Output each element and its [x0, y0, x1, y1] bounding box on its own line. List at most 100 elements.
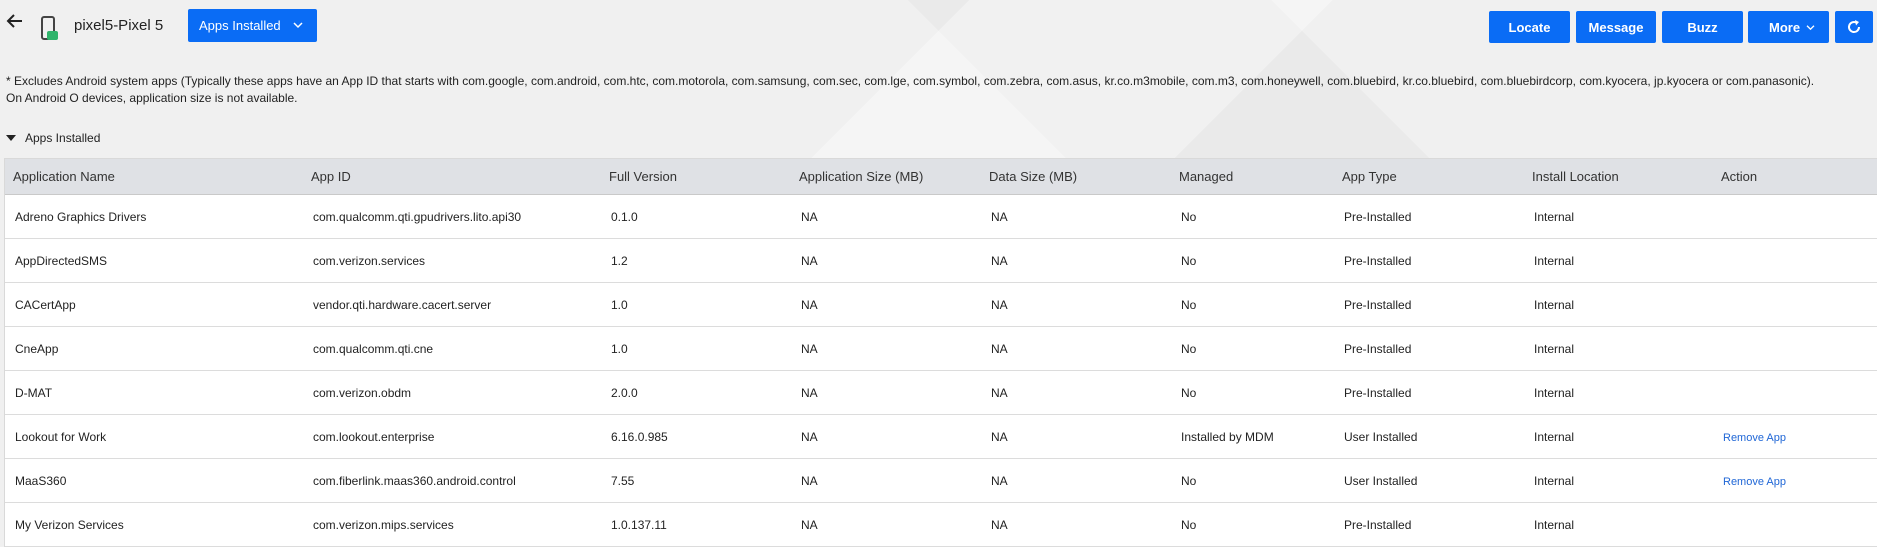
view-dropdown-label: Apps Installed	[199, 18, 281, 33]
cell-application-size: NA	[791, 326, 981, 371]
remove-app-link[interactable]: Remove App	[1723, 432, 1786, 444]
cell-application-name: My Verizon Services	[5, 502, 303, 547]
device-name: pixel5-Pixel 5	[74, 17, 164, 34]
cell-action	[1713, 238, 1877, 283]
cell-application-name: Adreno Graphics Drivers	[5, 194, 303, 239]
cell-application-name: CACertApp	[5, 282, 303, 327]
view-dropdown[interactable]: Apps Installed	[188, 9, 317, 42]
cell-app-id: com.fiberlink.maas360.android.control	[303, 458, 601, 503]
table-header-row: Application Name App ID Full Version Applic…	[5, 159, 1877, 195]
remove-app-link[interactable]: Remove App	[1723, 476, 1786, 488]
section-title: Apps Installed	[25, 131, 101, 145]
column-header-application-name[interactable]: Application Name	[5, 159, 303, 195]
column-header-install-location[interactable]: Install Location	[1524, 159, 1713, 195]
cell-install-location: Internal	[1524, 194, 1713, 239]
cell-install-location: Internal	[1524, 326, 1713, 371]
exclusion-note-line1: * Excludes Android system apps (Typicall…	[6, 74, 1815, 88]
cell-data-size: NA	[981, 194, 1171, 239]
table-row: Lookout for Work com.lookout.enterprise 6.…	[5, 414, 1877, 459]
cell-action	[1713, 194, 1877, 239]
cell-managed: No	[1171, 370, 1334, 415]
cell-application-name: MaaS360	[5, 458, 303, 503]
cell-managed: No	[1171, 282, 1334, 327]
cell-action: Remove App	[1713, 414, 1877, 459]
cell-full-version: 7.55	[601, 458, 791, 503]
section-toggle-apps-installed[interactable]: Apps Installed	[6, 131, 100, 145]
column-header-app-type[interactable]: App Type	[1334, 159, 1524, 195]
cell-app-id: com.verizon.obdm	[303, 370, 601, 415]
cell-application-name: Lookout for Work	[5, 414, 303, 459]
cell-app-type: Pre-Installed	[1334, 370, 1524, 415]
cell-action: Remove App	[1713, 458, 1877, 503]
cell-app-type: User Installed	[1334, 458, 1524, 503]
cell-data-size: NA	[981, 458, 1171, 503]
apps-table: Application Name App ID Full Version Applic…	[5, 159, 1877, 547]
cell-application-name: CneApp	[5, 326, 303, 371]
cell-action	[1713, 370, 1877, 415]
cell-install-location: Internal	[1524, 458, 1713, 503]
chevron-down-icon	[293, 22, 303, 29]
column-header-data-size[interactable]: Data Size (MB)	[981, 159, 1171, 195]
cell-app-id: com.lookout.enterprise	[303, 414, 601, 459]
cell-managed: Installed by MDM	[1171, 414, 1334, 459]
cell-app-type: Pre-Installed	[1334, 282, 1524, 327]
cell-install-location: Internal	[1524, 414, 1713, 459]
cell-app-type: Pre-Installed	[1334, 326, 1524, 371]
cell-data-size: NA	[981, 238, 1171, 283]
cell-managed: No	[1171, 458, 1334, 503]
cell-data-size: NA	[981, 414, 1171, 459]
cell-managed: No	[1171, 326, 1334, 371]
cell-app-type: Pre-Installed	[1334, 194, 1524, 239]
cell-action	[1713, 282, 1877, 327]
cell-application-size: NA	[791, 238, 981, 283]
column-header-app-id[interactable]: App ID	[303, 159, 601, 195]
cell-app-id: com.qualcomm.qti.gpudrivers.lito.api30	[303, 194, 601, 239]
cell-full-version: 1.0.137.11	[601, 502, 791, 547]
table-row: Adreno Graphics Drivers com.qualcomm.qti.…	[5, 194, 1877, 239]
column-header-application-size[interactable]: Application Size (MB)	[791, 159, 981, 195]
buzz-button[interactable]: Buzz	[1662, 11, 1743, 43]
refresh-icon	[1848, 20, 1861, 33]
message-button[interactable]: Message	[1576, 11, 1656, 43]
cell-full-version: 1.0	[601, 282, 791, 327]
cell-managed: No	[1171, 238, 1334, 283]
column-header-full-version[interactable]: Full Version	[601, 159, 791, 195]
cell-full-version: 2.0.0	[601, 370, 791, 415]
back-arrow-icon[interactable]	[6, 12, 24, 30]
cell-action	[1713, 502, 1877, 547]
cell-full-version: 1.0	[601, 326, 791, 371]
apps-table-container: Application Name App ID Full Version Applic…	[4, 158, 1877, 547]
cell-data-size: NA	[981, 326, 1171, 371]
cell-full-version: 0.1.0	[601, 194, 791, 239]
cell-install-location: Internal	[1524, 370, 1713, 415]
refresh-button[interactable]	[1835, 11, 1873, 43]
cell-full-version: 6.16.0.985	[601, 414, 791, 459]
exclusion-note: * Excludes Android system apps (Typicall…	[6, 73, 1871, 107]
cell-app-id: com.verizon.mips.services	[303, 502, 601, 547]
cell-app-id: com.verizon.services	[303, 238, 601, 283]
cell-app-type: Pre-Installed	[1334, 238, 1524, 283]
device-icon	[41, 16, 58, 40]
cell-application-name: AppDirectedSMS	[5, 238, 303, 283]
exclusion-note-line2: On Android O devices, application size i…	[6, 91, 298, 105]
cell-install-location: Internal	[1524, 502, 1713, 547]
column-header-action[interactable]: Action	[1713, 159, 1877, 195]
cell-data-size: NA	[981, 370, 1171, 415]
cell-application-size: NA	[791, 194, 981, 239]
cell-app-type: User Installed	[1334, 414, 1524, 459]
top-bar: pixel5-Pixel 5 Apps Installed Locate Mes…	[0, 0, 1877, 52]
column-header-managed[interactable]: Managed	[1171, 159, 1334, 195]
cell-application-name: D-MAT	[5, 370, 303, 415]
cell-application-size: NA	[791, 282, 981, 327]
table-row: AppDirectedSMS com.verizon.services 1.2 NA N…	[5, 238, 1877, 283]
more-button[interactable]: More	[1748, 11, 1829, 43]
cell-data-size: NA	[981, 502, 1171, 547]
cell-application-size: NA	[791, 502, 981, 547]
cell-managed: No	[1171, 194, 1334, 239]
locate-button[interactable]: Locate	[1489, 11, 1570, 43]
table-row: D-MAT com.verizon.obdm 2.0.0 NA NA No Pre-Inst…	[5, 370, 1877, 415]
caret-down-icon	[6, 135, 16, 141]
cell-action	[1713, 326, 1877, 371]
cell-managed: No	[1171, 502, 1334, 547]
table-row: CneApp com.qualcomm.qti.cne 1.0 NA NA No Pre-I…	[5, 326, 1877, 371]
